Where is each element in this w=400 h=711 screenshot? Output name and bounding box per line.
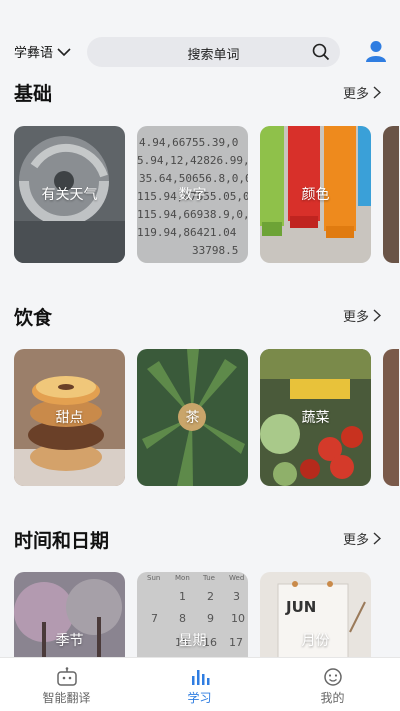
- section-title: 时间和日期: [14, 530, 110, 552]
- svg-text:7: 7: [151, 612, 158, 625]
- svg-text:9: 9: [207, 612, 214, 625]
- search-placeholder: 搜索单词: [187, 48, 240, 63]
- card-label: 月份: [301, 633, 330, 649]
- section-title: 饮食: [14, 307, 53, 329]
- search-bar[interactable]: 搜索单词: [87, 37, 340, 67]
- card-weekdays[interactable]: Sun Mon Tue Wed 1 2 3 7 8 9 10 15 16 17 …: [137, 572, 248, 657]
- card-months[interactable]: JUN 月份: [260, 572, 371, 657]
- tab-label: 我的: [320, 691, 345, 705]
- more-label: 更多: [343, 533, 370, 548]
- tab-label: 智能翻译: [42, 691, 91, 705]
- profile-icon[interactable]: [365, 40, 387, 62]
- svg-text:1: 1: [179, 590, 186, 603]
- card-weather[interactable]: 有关天气: [14, 126, 125, 263]
- main-content[interactable]: 基础 更多 有关天气 4.94,66755.39,0 5.94,12,42826…: [0, 80, 400, 657]
- card-next-peek[interactable]: [383, 349, 399, 486]
- svg-text:2: 2: [207, 590, 214, 603]
- card-label: 有关天气: [41, 187, 98, 203]
- svg-text:10: 10: [231, 612, 245, 625]
- card-label: 颜色: [301, 187, 330, 203]
- card-label: 季节: [55, 633, 84, 649]
- tab-label: 学习: [187, 691, 212, 705]
- chevron-right-icon: [373, 532, 382, 545]
- card-label: 蔬菜: [301, 410, 330, 426]
- card-label: 数字: [178, 187, 207, 203]
- card-seasons[interactable]: 季节: [14, 572, 125, 657]
- svg-text:8: 8: [179, 612, 186, 625]
- language-selector[interactable]: 学彝语: [14, 42, 71, 61]
- svg-text:Mon: Mon: [175, 574, 190, 582]
- more-label: 更多: [343, 87, 370, 102]
- more-link[interactable]: 更多: [343, 83, 382, 102]
- bottom-tab-bar: 智能翻译 学习 我的: [0, 657, 400, 711]
- svg-text:3: 3: [233, 590, 240, 603]
- tab-mine[interactable]: 我的: [266, 658, 399, 711]
- svg-text:JUN: JUN: [285, 598, 316, 616]
- more-link[interactable]: 更多: [343, 529, 382, 548]
- robot-icon: [57, 667, 77, 686]
- card-label: 星期: [178, 633, 207, 649]
- card-label: 茶: [185, 410, 200, 426]
- language-label: 学彝语: [14, 46, 54, 61]
- card-vegetables[interactable]: 蔬菜: [260, 349, 371, 486]
- user-face-icon: [324, 668, 342, 686]
- card-numbers[interactable]: 4.94,66755.39,0 5.94,12,42826.99,0, 35.6…: [137, 126, 248, 263]
- card-next-peek[interactable]: [383, 126, 399, 263]
- svg-text:Tue: Tue: [202, 574, 215, 582]
- card-dessert[interactable]: 甜点: [14, 349, 125, 486]
- search-icon[interactable]: [312, 43, 330, 61]
- more-link[interactable]: 更多: [343, 306, 382, 325]
- card-label: 甜点: [55, 410, 84, 426]
- more-label: 更多: [343, 310, 370, 325]
- svg-text:Sun: Sun: [147, 574, 160, 582]
- section-title: 基础: [14, 83, 53, 105]
- tab-translate[interactable]: 智能翻译: [0, 658, 133, 711]
- chevron-right-icon: [373, 86, 382, 99]
- bar-chart-icon: [192, 670, 210, 685]
- app-header: 学彝语 搜索单词: [0, 0, 400, 80]
- svg-text:Wed: Wed: [229, 574, 244, 582]
- tab-learn[interactable]: 学习: [133, 658, 266, 711]
- chevron-down-icon: [57, 47, 71, 56]
- chevron-right-icon: [373, 309, 382, 322]
- card-tea[interactable]: 茶: [137, 349, 248, 486]
- card-colors[interactable]: 颜色: [260, 126, 371, 263]
